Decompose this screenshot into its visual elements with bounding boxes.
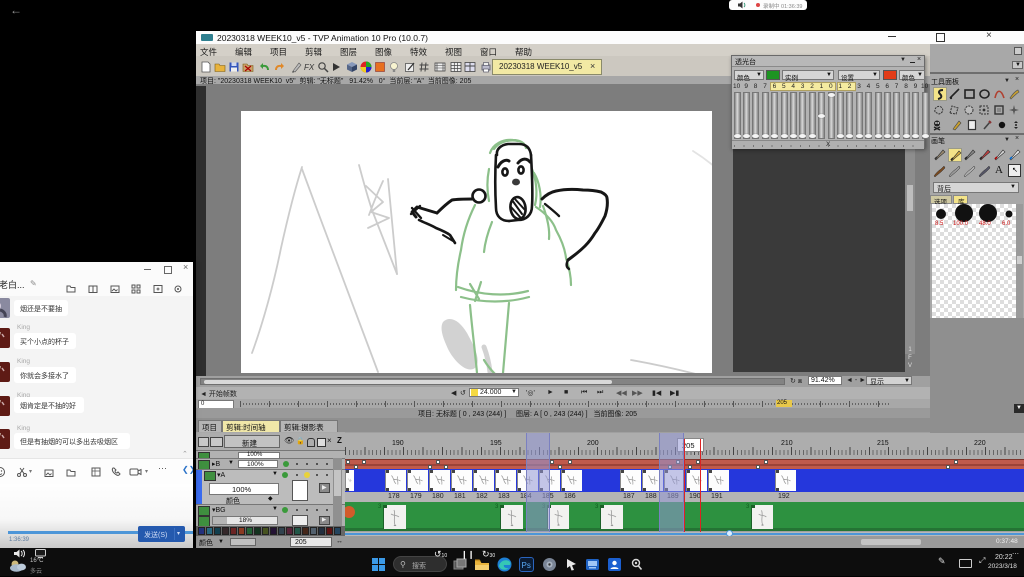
- svg-text:100.0: 100.0: [953, 221, 969, 227]
- svg-text:8.5: 8.5: [935, 221, 944, 227]
- svg-text:FX: FX: [304, 63, 315, 72]
- svg-text:Ps: Ps: [522, 561, 531, 570]
- svg-text:6.0: 6.0: [1002, 221, 1011, 227]
- svg-text:48.0: 48.0: [979, 221, 991, 227]
